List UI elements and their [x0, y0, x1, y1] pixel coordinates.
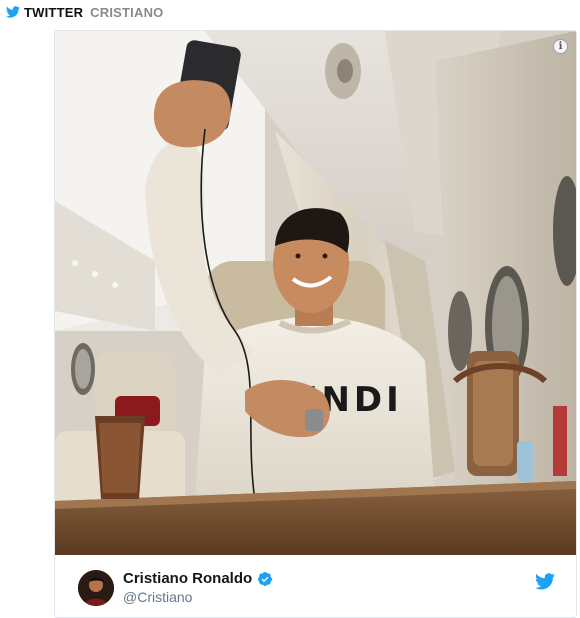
tweet-photo[interactable]: FENDI i — [55, 31, 576, 555]
source-network-label: TWITTER — [24, 4, 84, 20]
twitter-logo-icon[interactable] — [535, 573, 555, 590]
tweet-card[interactable]: FENDI i Cristiano Ronaldo @Cristiano — [54, 30, 577, 618]
author-name-row: Cristiano Ronaldo — [123, 570, 273, 587]
twitter-bird-icon — [6, 6, 20, 18]
media-info-icon[interactable]: i — [553, 39, 568, 54]
source-header: TWITTER CRISTIANO — [6, 3, 163, 21]
avatar[interactable] — [78, 570, 114, 606]
author-handle[interactable]: @Cristiano — [123, 589, 273, 605]
source-account-label: CRISTIANO — [90, 4, 164, 20]
author-meta: Cristiano Ronaldo @Cristiano — [123, 570, 273, 605]
author-display-name[interactable]: Cristiano Ronaldo — [123, 570, 252, 587]
selfie-photo-illustration: FENDI — [55, 31, 576, 555]
verified-badge-icon — [257, 571, 273, 587]
tweet-author-footer: Cristiano Ronaldo @Cristiano — [55, 555, 576, 617]
